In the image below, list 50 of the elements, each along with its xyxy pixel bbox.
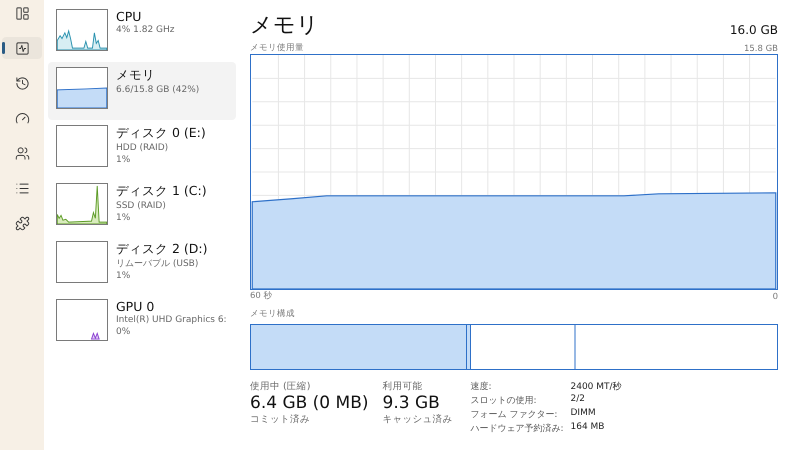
chart-max: 15.8 GB — [744, 44, 778, 54]
stat-value: 6.4 GB (0 MB) — [250, 393, 368, 413]
total-memory: 16.0 GB — [730, 23, 778, 37]
detail-value: DIMM — [570, 408, 597, 420]
chart-label: メモリ使用量 — [250, 42, 304, 54]
device-name: CPU — [116, 9, 142, 24]
device-detail: 1% — [116, 212, 132, 224]
detail-key: フォーム ファクター: — [470, 408, 570, 421]
detail-value: 2400 MT/秒 — [570, 380, 622, 393]
stat-label: 使用中 (圧縮) — [250, 380, 312, 393]
cpu-sparkline — [56, 9, 108, 51]
device-list-item[interactable]: ディスク 2 (D:) リムーバブル (USB) 1% — [48, 236, 236, 294]
device-list-item[interactable]: ディスク 0 (E:) HDD (RAID) 1% — [48, 120, 236, 178]
device-detail: Intel(R) UHD Graphics 6: — [116, 314, 227, 326]
time-end: 0 — [772, 292, 778, 302]
device-detail: 0% — [116, 326, 132, 338]
device-list-item[interactable]: CPU 4% 1.82 GHz — [48, 4, 236, 62]
device-detail: リムーバブル (USB) — [116, 258, 200, 270]
detail-key: 速度: — [470, 380, 570, 393]
detail-key: スロットの使用: — [470, 394, 570, 407]
gpu-sparkline — [56, 299, 108, 341]
disk-sparkline — [56, 125, 108, 167]
stat-label: 利用可能 — [382, 380, 424, 393]
device-detail: 6.6/15.8 GB (42%) — [116, 84, 200, 96]
device-detail: HDD (RAID) — [116, 142, 170, 154]
activity-chart-icon[interactable] — [2, 37, 42, 59]
stat-label: キャッシュ済み — [382, 413, 452, 426]
device-name: ディスク 1 (C:) — [116, 183, 207, 200]
device-detail: 1% — [116, 270, 132, 282]
device-name: メモリ — [116, 67, 156, 84]
device-list-item[interactable]: GPU 0 Intel(R) UHD Graphics 6: 0% — [48, 294, 236, 352]
device-name: ディスク 0 (E:) — [116, 125, 206, 142]
device-detail: SSD (RAID) — [116, 200, 167, 212]
stat-value: 9.3 GB — [382, 393, 441, 413]
device-name: ディスク 2 (D:) — [116, 241, 208, 258]
device-name: GPU 0 — [116, 299, 156, 314]
device-list-item[interactable]: メモリ 6.6/15.8 GB (42%) — [48, 62, 236, 120]
device-detail: 1% — [116, 154, 132, 166]
device-list-item[interactable]: ディスク 1 (C:) SSD (RAID) 1% — [48, 178, 236, 236]
time-start: 60 秒 — [250, 290, 273, 302]
disk-sparkline — [56, 183, 108, 225]
device-detail: 4% 1.82 GHz — [116, 24, 175, 36]
detail-value: 2/2 — [570, 394, 586, 406]
page-title: メモリ — [250, 12, 319, 40]
disk-sparkline — [56, 241, 108, 283]
memory-sparkline — [56, 67, 108, 109]
detail-value: 164 MB — [570, 422, 606, 434]
stat-label: コミット済み — [250, 413, 311, 426]
detail-key: ハードウェア予約済み: — [470, 422, 570, 435]
composition-label: メモリ構成 — [250, 308, 296, 320]
